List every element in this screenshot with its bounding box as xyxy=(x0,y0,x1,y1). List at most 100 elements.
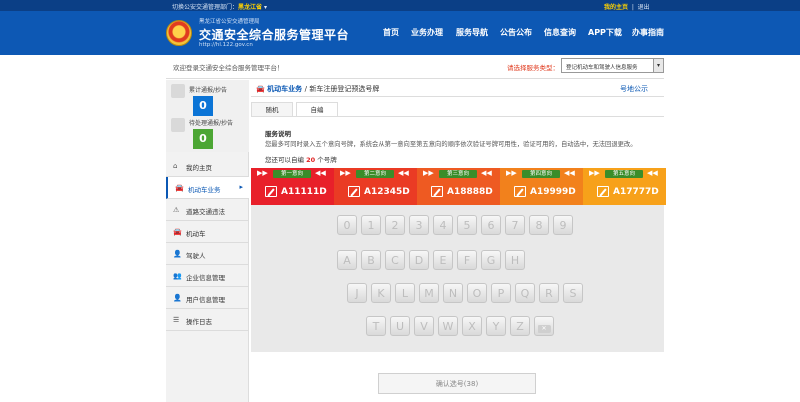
keyboard-key[interactable]: O xyxy=(467,283,487,303)
keyboard-key[interactable]: N xyxy=(443,283,463,303)
site-title: 交通安全综合服务管理平台 xyxy=(199,28,350,42)
chevron-down-icon[interactable]: ▾ xyxy=(653,59,663,72)
service-type-select[interactable]: 登记机动车和驾驶人信息服务 ▾ xyxy=(561,58,664,73)
backspace-key[interactable]: ✕ xyxy=(534,316,554,336)
keyboard-key[interactable]: S xyxy=(563,283,583,303)
sidebar-item-driver[interactable]: 👤 驾驶人 xyxy=(166,243,249,265)
plate-number: A11111D xyxy=(281,187,327,197)
my-home-link[interactable]: 我的主页 xyxy=(604,4,628,11)
sidebar-item-vehicle[interactable]: 🚘 机动车 xyxy=(166,221,249,243)
site-header: 黑龙江省公安交通管理局 交通安全综合服务管理平台 http://hl.122.g… xyxy=(0,11,800,55)
keyboard-key[interactable]: 2 xyxy=(385,215,405,235)
keyboard-key[interactable]: V xyxy=(414,316,434,336)
nav-announcements[interactable]: 公告公布 xyxy=(500,27,532,38)
service-type-value: 登记机动车和驾驶人信息服务 xyxy=(566,65,638,71)
sidebar-item-operation-log[interactable]: ☰ 操作日志 xyxy=(166,309,249,331)
keyboard-key[interactable]: X xyxy=(462,316,482,336)
keyboard-key[interactable]: Q xyxy=(515,283,535,303)
keyboard-key[interactable]: 6 xyxy=(481,215,501,235)
keyboard-key[interactable]: P xyxy=(491,283,511,303)
plate-number: A19999D xyxy=(530,187,576,197)
keyboard-key[interactable]: 4 xyxy=(433,215,453,235)
double-arrow-left-icon: ◀◀ xyxy=(564,169,575,177)
plate-choice-label: 第四意向 xyxy=(522,170,560,178)
double-arrow-right-icon: ▶▶ xyxy=(589,169,600,177)
sidebar-item-enterprise[interactable]: 👥 企业信息管理 xyxy=(166,265,249,287)
logout-link[interactable]: 退出 xyxy=(638,4,650,11)
keyboard-key[interactable]: 3 xyxy=(409,215,429,235)
keyboard-key[interactable]: K xyxy=(371,283,391,303)
sidebar-item-traffic-violation[interactable]: ⚠ 道路交通违法 xyxy=(166,199,249,221)
nav-service-guide[interactable]: 服务导航 xyxy=(456,27,488,38)
stat-total-count[interactable]: 0 xyxy=(193,96,213,116)
keyboard-key[interactable]: 9 xyxy=(553,215,573,235)
nav-home[interactable]: 首页 xyxy=(383,27,399,38)
keyboard-key[interactable]: M xyxy=(419,283,439,303)
keyboard-key[interactable]: T xyxy=(366,316,386,336)
keyboard-key[interactable]: U xyxy=(390,316,410,336)
keyboard-key[interactable]: H xyxy=(505,250,525,270)
plate-choice[interactable]: A12345D xyxy=(334,180,417,205)
sidebar-item-user-info[interactable]: 👤 用户信息管理 xyxy=(166,287,249,309)
plate-choice[interactable]: A17777D xyxy=(583,180,666,205)
keyboard-key[interactable]: E xyxy=(433,250,453,270)
tab-random[interactable]: 随机 xyxy=(251,102,293,117)
keyboard-key[interactable]: G xyxy=(481,250,501,270)
breadcrumb-section[interactable]: 机动车业务 xyxy=(267,85,302,93)
stat-pending-count[interactable]: 0 xyxy=(193,129,213,149)
double-arrow-right-icon: ▶▶ xyxy=(423,169,434,177)
keyboard-key[interactable]: W xyxy=(438,316,458,336)
keyboard-key[interactable]: D xyxy=(409,250,429,270)
plate-choice-label: 第一意向 xyxy=(273,170,311,178)
keyboard-key[interactable]: 8 xyxy=(529,215,549,235)
confirm-selection-button[interactable]: 确认选号(38) xyxy=(378,373,536,394)
keyboard-key[interactable]: L xyxy=(395,283,415,303)
plate-number: A12345D xyxy=(364,187,410,197)
divider xyxy=(251,96,664,97)
double-arrow-right-icon: ▶▶ xyxy=(340,169,351,177)
keyboard-key[interactable]: Y xyxy=(486,316,506,336)
keyboard-key[interactable]: 7 xyxy=(505,215,525,235)
double-arrow-left-icon: ◀◀ xyxy=(398,169,409,177)
plate-announcement-link[interactable]: 号地公示 xyxy=(620,84,648,94)
sidebar-item-vehicle-business[interactable]: 🚘 机动车业务 ▸ xyxy=(166,177,249,199)
sidebar-item-home[interactable]: ⌂ 我的主页 xyxy=(166,155,249,177)
keyboard-key[interactable]: R xyxy=(539,283,559,303)
nav-guide[interactable]: 办事指南 xyxy=(632,27,664,38)
plate-choice-header: ▶▶ 第二意向 ◀◀ xyxy=(334,168,417,180)
sidebar-item-label: 用户信息管理 xyxy=(186,296,225,304)
breadcrumb: 🚘 机动车业务 / 新车注册登记预选号牌 xyxy=(256,84,379,94)
double-arrow-right-icon: ▶▶ xyxy=(257,169,268,177)
edit-icon xyxy=(597,186,609,197)
nav-app-download[interactable]: APP下载 xyxy=(588,27,622,38)
keyboard-key[interactable]: C xyxy=(385,250,405,270)
sidebar-item-label: 机动车业务 xyxy=(188,186,221,194)
keyboard-key[interactable]: Z xyxy=(510,316,530,336)
edit-icon xyxy=(514,186,526,197)
keyboard-key[interactable]: F xyxy=(457,250,477,270)
sidebar-item-label: 操作日志 xyxy=(186,318,212,326)
switch-department[interactable]: 切换公安交通管理部门：黑龙江省 ▾ xyxy=(172,2,267,11)
plate-choice[interactable]: A11111D xyxy=(251,180,334,205)
plate-choice[interactable]: A19999D xyxy=(500,180,583,205)
top-strip: 切换公安交通管理部门：黑龙江省 ▾ 我的主页 | 退出 xyxy=(0,0,800,11)
description-title: 服务说明 xyxy=(265,130,291,138)
keyboard-key[interactable]: A xyxy=(337,250,357,270)
keyboard-key[interactable]: 5 xyxy=(457,215,477,235)
plate-number: A17777D xyxy=(613,187,659,197)
keyboard-key[interactable]: 1 xyxy=(361,215,381,235)
edit-icon xyxy=(265,186,277,197)
car-icon: 🚘 xyxy=(256,85,265,93)
keyboard-key[interactable]: 0 xyxy=(337,215,357,235)
plate-choice[interactable]: A18888D xyxy=(417,180,500,205)
bureau-name: 黑龙江省公安交通管理局 xyxy=(199,19,260,25)
tab-custom[interactable]: 自编 xyxy=(296,102,338,117)
nav-info-query[interactable]: 信息查询 xyxy=(544,27,576,38)
keyboard-key[interactable]: B xyxy=(361,250,381,270)
person-icon: 👤 xyxy=(173,250,182,258)
keyboard-key[interactable]: J xyxy=(347,283,367,303)
warning-icon: ⚠ xyxy=(173,206,180,214)
nav-business[interactable]: 业务办理 xyxy=(411,27,443,38)
car-icon: 🚘 xyxy=(175,184,184,192)
sidebar-item-label: 驾驶人 xyxy=(186,252,206,260)
